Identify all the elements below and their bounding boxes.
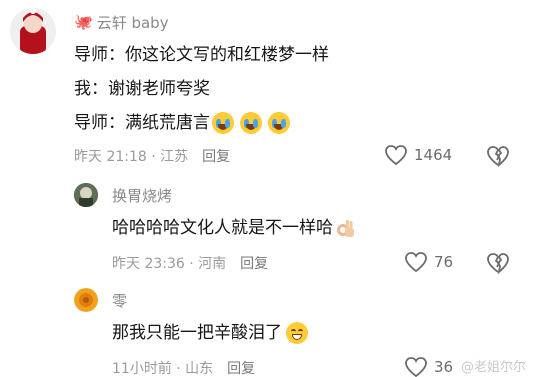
comment-meta: 昨天 23:36 · 河南 回复 [112, 253, 268, 273]
reply-button[interactable]: 回复 [202, 146, 230, 166]
reply-text-content: 那我只能一把辛酸泪了 [112, 323, 282, 343]
username[interactable]: 换胃烧烤 [112, 185, 172, 206]
comment-1: 🐙 云轩 baby 导师：你这论文写的和红楼梦一样 我：谢谢老师夸奖 导师：满纸… [0, 0, 534, 175]
comment-line-1: 导师：你这论文写的和红楼梦一样 [74, 45, 329, 65]
heart-outline-icon [405, 357, 427, 377]
broken-heart-icon [487, 253, 509, 275]
avatar[interactable] [74, 183, 98, 207]
timestamp-location: 11小时前 · 山东 [112, 361, 214, 377]
comment-meta: 11小时前 · 山东 回复 [112, 358, 255, 377]
like-count: 76 [434, 253, 454, 271]
username-text: 零 [112, 292, 128, 310]
username[interactable]: 零 [112, 290, 127, 311]
reply-text: 那我只能一把辛酸泪了 [112, 322, 310, 344]
laugh-cry-emoji-icon [212, 112, 234, 134]
octopus-icon: 🐙 [74, 13, 93, 31]
comment-meta: 昨天 21:18 · 江苏 回复 [74, 146, 230, 166]
like-button[interactable]: 1464 [384, 144, 452, 166]
avatar[interactable] [74, 288, 98, 312]
like-count: 1464 [414, 146, 453, 164]
dislike-button[interactable] [486, 252, 510, 278]
comment-line-3-text: 导师：满纸荒唐言 [74, 113, 210, 133]
comment-line-2: 我：谢谢老师夸奖 [74, 79, 210, 99]
like-button[interactable]: 76 [404, 251, 453, 273]
reply-text: 哈哈哈哈文化人就是不一样哈 [112, 217, 355, 239]
laugh-cry-emoji-icon [240, 112, 262, 134]
reply-button[interactable]: 回复 [227, 358, 255, 377]
timestamp-location: 昨天 23:36 · 河南 [112, 256, 227, 272]
heart-outline-icon [405, 252, 427, 273]
username[interactable]: 🐙 云轩 baby [74, 12, 169, 33]
reply-button[interactable]: 回复 [240, 253, 268, 273]
comment-2: 换胃烧烤 哈哈哈哈文化人就是不一样哈 昨天 23:36 · 河南 回复 76 [0, 175, 534, 275]
reply-text-content: 哈哈哈哈文化人就是不一样哈 [112, 218, 333, 238]
laugh-cry-emoji-icon [268, 112, 290, 134]
comment-3: 零 那我只能一把辛酸泪了 11小时前 · 山东 回复 36 [0, 280, 534, 377]
watermark: @老姐尔尔 [460, 360, 526, 375]
dislike-button[interactable] [486, 145, 510, 171]
username-text: 换胃烧烤 [112, 187, 173, 205]
username-text: 云轩 baby [96, 14, 169, 32]
broken-heart-icon [487, 146, 509, 168]
ok-hand-emoji-icon [337, 218, 355, 238]
like-button[interactable]: 36 [404, 356, 453, 377]
grin-emoji-icon [286, 322, 308, 344]
comment-line-3: 导师：满纸荒唐言 [74, 112, 292, 134]
heart-outline-icon [385, 145, 407, 166]
like-count: 36 [434, 358, 454, 376]
timestamp-location: 昨天 21:18 · 江苏 [74, 149, 189, 165]
avatar[interactable] [10, 8, 56, 54]
